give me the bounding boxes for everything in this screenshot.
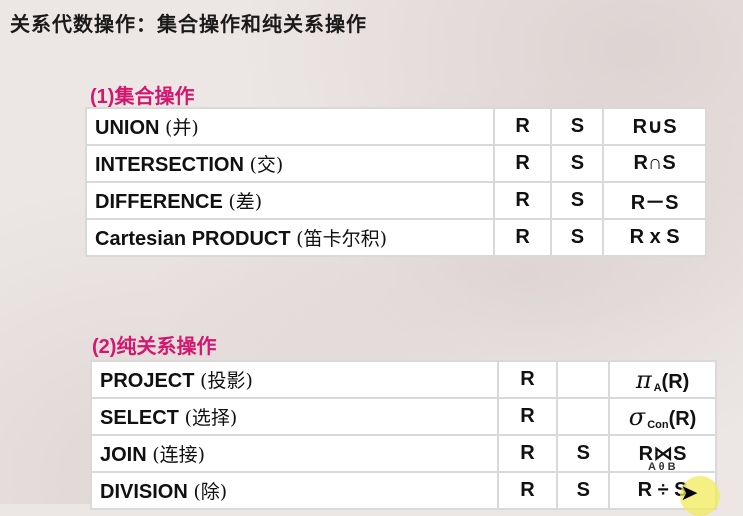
- set-operations-table: UNION (并) R S R∪S INTERSECTION (交) R S R…: [85, 107, 707, 257]
- operation-name: DIVISION (除): [90, 471, 499, 510]
- operand-r: R: [496, 434, 559, 473]
- operation-name: DIFFERENCE (差): [85, 181, 495, 220]
- operation-result: R∩S: [602, 144, 707, 183]
- table-row: SELECT (选择) R σ Con(R): [90, 397, 717, 436]
- mouse-pointer-icon: ➤: [680, 480, 699, 505]
- operation-name: INTERSECTION (交): [85, 144, 495, 183]
- table-row: Cartesian PRODUCT (笛卡尔积) R S R x S: [85, 218, 707, 257]
- operand-r: R: [496, 397, 559, 436]
- operation-name: SELECT (选择): [90, 397, 499, 436]
- operand-r: R: [496, 471, 559, 510]
- operand-s: S: [550, 181, 605, 220]
- section-title-relational-operations: (2)纯关系操作: [92, 336, 217, 358]
- operand-empty: [556, 397, 611, 436]
- operand-r: R: [496, 360, 559, 399]
- sigma-symbol: σ: [628, 402, 646, 431]
- table-row: DIVISION (除) R S R ÷ S: [90, 471, 717, 510]
- operation-name: PROJECT (投影): [90, 360, 499, 399]
- table-row: PROJECT (投影) R π A(R): [90, 360, 717, 399]
- section-title-set-operations: (1)集合操作: [90, 86, 195, 108]
- join-condition-label: A θ B: [648, 461, 676, 473]
- operation-result: R∪S: [602, 107, 707, 146]
- operation-result: π A(R): [608, 360, 717, 399]
- pi-symbol: π: [635, 365, 652, 394]
- operand-r: R: [492, 144, 553, 183]
- page-title: 关系代数操作：集合操作和纯关系操作: [10, 14, 367, 36]
- table-row: DIFFERENCE (差) R S R－S: [85, 181, 707, 220]
- operand-s: S: [550, 218, 605, 257]
- operand-r: R: [492, 181, 553, 220]
- operation-name: UNION (并): [85, 107, 495, 146]
- operation-result: R－S: [602, 181, 707, 220]
- operand-s: S: [556, 434, 611, 473]
- operand-empty: [556, 360, 611, 399]
- operand-r: R: [492, 218, 553, 257]
- operation-name: Cartesian PRODUCT (笛卡尔积): [85, 218, 495, 257]
- table-row: INTERSECTION (交) R S R∩S: [85, 144, 707, 183]
- operand-s: S: [550, 144, 605, 183]
- table-row: JOIN (连接) R S R⋈S: [90, 434, 717, 473]
- operand-s: S: [556, 471, 611, 510]
- relational-operations-table: PROJECT (投影) R π A(R) SELECT (选择) R σ Con(…: [90, 360, 717, 510]
- operand-r: R: [492, 107, 553, 146]
- table-row: UNION (并) R S R∪S: [85, 107, 707, 146]
- operation-result: σ Con(R): [608, 397, 717, 436]
- operand-s: S: [550, 107, 605, 146]
- operation-name: JOIN (连接): [90, 434, 499, 473]
- operation-result: R x S: [602, 218, 707, 257]
